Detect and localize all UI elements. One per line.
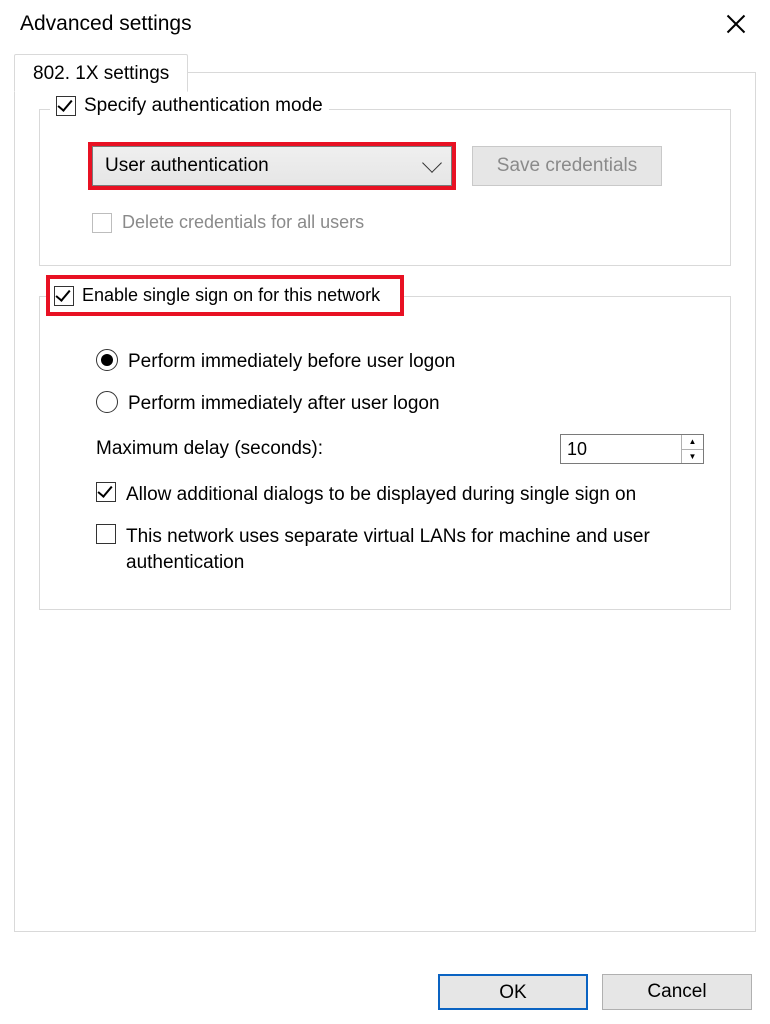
window-title: Advanced settings [20, 12, 192, 36]
max-delay-label: Maximum delay (seconds): [96, 438, 323, 460]
checkbox-delete-credentials [92, 213, 112, 233]
stepper-down-icon[interactable]: ▼ [682, 450, 703, 464]
radio-before-logon-label: Perform immediately before user logon [128, 349, 455, 375]
delete-credentials-label: Delete credentials for all users [122, 212, 364, 233]
max-delay-input[interactable] [561, 435, 681, 463]
radio-after-logon-label: Perform immediately after user logon [128, 391, 440, 417]
cancel-button[interactable]: Cancel [602, 974, 752, 1010]
radio-after-logon[interactable] [96, 391, 118, 413]
radio-before-logon[interactable] [96, 349, 118, 371]
auth-mode-select[interactable]: User authentication [92, 146, 452, 186]
tab-8021x-settings[interactable]: 802. 1X settings [14, 54, 188, 92]
auth-mode-selected-value: User authentication [105, 155, 269, 177]
group-auth-mode: Specify authentication mode User authent… [39, 109, 731, 266]
checkbox-allow-dialogs-label: Allow additional dialogs to be displayed… [126, 482, 636, 508]
checkbox-allow-dialogs[interactable] [96, 482, 116, 502]
group-auth-mode-label: Specify authentication mode [84, 95, 323, 117]
group-sso: Enable single sign on for this network P… [39, 296, 731, 610]
max-delay-stepper[interactable]: ▲ ▼ [560, 434, 704, 464]
close-icon[interactable] [722, 10, 750, 38]
group-sso-label: Enable single sign on for this network [82, 285, 380, 306]
save-credentials-button[interactable]: Save credentials [472, 146, 662, 186]
stepper-up-icon[interactable]: ▲ [682, 435, 703, 450]
ok-button[interactable]: OK [438, 974, 588, 1010]
tab-panel: Specify authentication mode User authent… [14, 72, 756, 932]
checkbox-enable-sso[interactable] [54, 286, 74, 306]
checkbox-specify-auth-mode[interactable] [56, 96, 76, 116]
checkbox-separate-vlan-label: This network uses separate virtual LANs … [126, 524, 666, 575]
chevron-down-icon [422, 153, 442, 173]
checkbox-separate-vlan[interactable] [96, 524, 116, 544]
